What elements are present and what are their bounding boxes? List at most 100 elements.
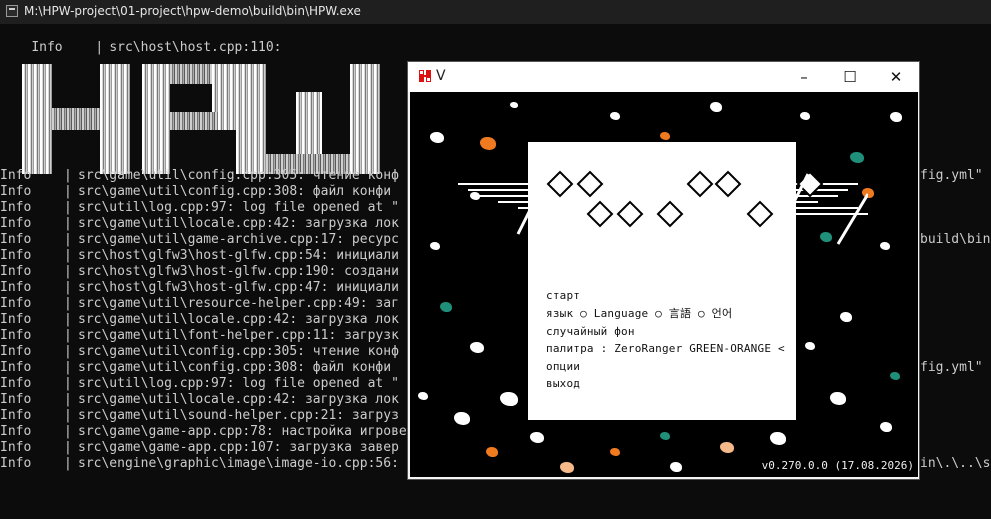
- log-text: src\util\log.cpp:97: log file opened at …: [78, 376, 399, 391]
- particle: [880, 422, 892, 432]
- game-title-logo: [458, 170, 868, 245]
- log-line-overflow-text: in\.\..\s: [920, 456, 991, 471]
- maximize-button[interactable]: ☐: [827, 62, 873, 92]
- log-text: src\engine\graphic\image\image-io.cpp:56…: [78, 456, 399, 471]
- particle: [830, 392, 846, 405]
- log-line: Info | src\game\util\config.cpp:305: чтени…: [0, 168, 399, 183]
- particle: [486, 447, 498, 457]
- hpw-ascii-banner: [0, 64, 384, 174]
- log-line: Info | src\game\util\font-helper.cpp:11: з…: [0, 328, 399, 343]
- log-line: Info | src\game\util\locale.cpp:42: загруз…: [0, 392, 399, 407]
- log-level: Info: [0, 328, 32, 343]
- log-line: Info | src\game\util\game-archive.cpp:17: …: [0, 232, 399, 247]
- particle: [418, 392, 428, 400]
- game-logo-icon: [418, 69, 432, 83]
- log-line: Info | src\game\util\resource-helper.cpp:4…: [0, 296, 399, 311]
- log-line: Info | src\game\game-app.cpp:78: настройка…: [0, 424, 407, 439]
- particle: [610, 112, 620, 120]
- particle: [454, 412, 470, 425]
- particle: [880, 242, 890, 250]
- log-text: src\game\util\resource-helper.cpp:49: за…: [78, 296, 399, 311]
- console-titlebar: M:\HPW-project\01-project\hpw-demo\build…: [0, 0, 991, 24]
- menu-item-random-background[interactable]: случайный фон: [546, 325, 635, 339]
- log-level: Info: [0, 344, 32, 359]
- log-text: src\host\glfw3\host-glfw.cpp:190: создан…: [78, 264, 399, 279]
- particle: [890, 112, 902, 122]
- menu-item-palette[interactable]: палитра : ZeroRanger GREEN-ORANGE <: [546, 342, 785, 356]
- log-line-overflow-text: fig.yml": [920, 168, 983, 183]
- log-level: Info: [0, 296, 32, 311]
- log-text: src\game\util\locale.cpp:42: загрузка ло…: [78, 312, 399, 327]
- particle: [770, 432, 786, 445]
- log-level: Info: [0, 456, 32, 471]
- log-text: src\game\util\game-archive.cpp:17: ресур…: [78, 232, 399, 247]
- particle: [470, 342, 484, 353]
- log-text: src\game\util\config.cpp:308: файл конфи: [78, 360, 392, 375]
- log-level: Info: [0, 280, 32, 295]
- particle: [660, 432, 670, 440]
- particle: [710, 102, 722, 112]
- log-line: Info | src\util\log.cpp:97: log file opene…: [0, 376, 399, 391]
- log-level: Info: [0, 312, 32, 327]
- minimize-button[interactable]: –: [781, 62, 827, 92]
- log-line: Info | src\host\glfw3\host-glfw.cpp:47: ин…: [0, 280, 399, 295]
- game-titlebar[interactable]: V – ☐ ✕: [408, 62, 919, 92]
- log-line: Info | src\engine\graphic\image\image-io.c…: [0, 456, 399, 471]
- particle: [890, 372, 900, 380]
- log-level: Info: [0, 440, 32, 455]
- log-text: src\game\util\config.cpp:305: чтение кон…: [78, 168, 399, 183]
- log-line-overflow-text: build\bin: [920, 232, 991, 247]
- log-text: src\util\log.cpp:97: log file opened at …: [78, 200, 399, 215]
- log-line: Info | src\game\util\config.cpp:308: файл …: [0, 184, 392, 199]
- particle: [480, 137, 496, 150]
- particle: [805, 342, 815, 350]
- log-text: src\game\game-app.cpp:78: настройка игро…: [78, 424, 407, 439]
- log-level: Info: [0, 424, 32, 439]
- menu-item-start[interactable]: старт: [546, 289, 580, 303]
- log-text: src\game\util\locale.cpp:42: загрузка ло…: [78, 216, 399, 231]
- log-level: Info: [31, 40, 63, 55]
- console-window-title: M:\HPW-project\01-project\hpw-demo\build…: [24, 4, 361, 18]
- menu-item-exit[interactable]: выход: [546, 377, 580, 391]
- log-level: Info: [0, 216, 32, 231]
- log-line: Info | src\game\util\config.cpp:305: чтени…: [0, 344, 399, 359]
- log-text: src\game\util\font-helper.cpp:11: загруз…: [78, 328, 399, 343]
- log-text: src\game\util\config.cpp:308: файл конфи: [78, 184, 392, 199]
- log-text: src\host\host.cpp:110:: [109, 40, 282, 55]
- log-text: src\host\glfw3\host-glfw.cpp:54: инициал…: [78, 248, 399, 263]
- log-line: Info | src\game\util\config.cpp:308: файл …: [0, 360, 392, 375]
- particle: [720, 442, 734, 453]
- log-level: Info: [0, 392, 32, 407]
- menu-item-options[interactable]: опции: [546, 360, 580, 374]
- menu-item-language[interactable]: язык ○ Language ○ 言語 ○ 언어: [546, 307, 732, 321]
- particle: [530, 432, 544, 443]
- log-level: Info: [0, 232, 32, 247]
- log-line: Info | src\util\log.cpp:97: log file opene…: [0, 200, 399, 215]
- particle: [430, 242, 440, 250]
- log-level: Info: [0, 376, 32, 391]
- log-text: src\game\util\sound-helper.cpp:21: загру…: [78, 408, 399, 423]
- log-line-overflow-text: fig.yml": [920, 360, 983, 375]
- log-level: Info: [0, 408, 32, 423]
- log-line: Info | src\host\glfw3\host-glfw.cpp:54: ин…: [0, 248, 399, 263]
- game-window-title: V: [436, 68, 446, 84]
- particle: [440, 302, 452, 312]
- log-line: Info | src\game\util\sound-helper.cpp:21: …: [0, 408, 399, 423]
- log-level: Info: [0, 264, 32, 279]
- particle: [660, 132, 670, 140]
- particle: [510, 102, 518, 108]
- log-text: src\host\glfw3\host-glfw.cpp:47: инициал…: [78, 280, 399, 295]
- close-button[interactable]: ✕: [873, 62, 919, 92]
- log-level: Info: [0, 248, 32, 263]
- log-line: Info | src\host\glfw3\host-glfw.cpp:190: с…: [0, 264, 399, 279]
- game-window[interactable]: V – ☐ ✕ старт язык ○ Language ○ 言語 ○ 언어 …: [408, 62, 919, 479]
- game-canvas[interactable]: старт язык ○ Language ○ 言語 ○ 언어 случайны…: [410, 92, 918, 477]
- version-label: v0.270.0.0 (17.08.2026): [761, 459, 914, 472]
- particle: [500, 392, 518, 406]
- particle: [840, 312, 852, 322]
- log-text: src\game\game-app.cpp:107: загрузка заве…: [78, 440, 399, 455]
- particle: [560, 462, 574, 473]
- log-level: Info: [0, 184, 32, 199]
- log-line: Info | src\host\host.cpp:110:: [31, 40, 282, 55]
- log-level: Info: [0, 360, 32, 375]
